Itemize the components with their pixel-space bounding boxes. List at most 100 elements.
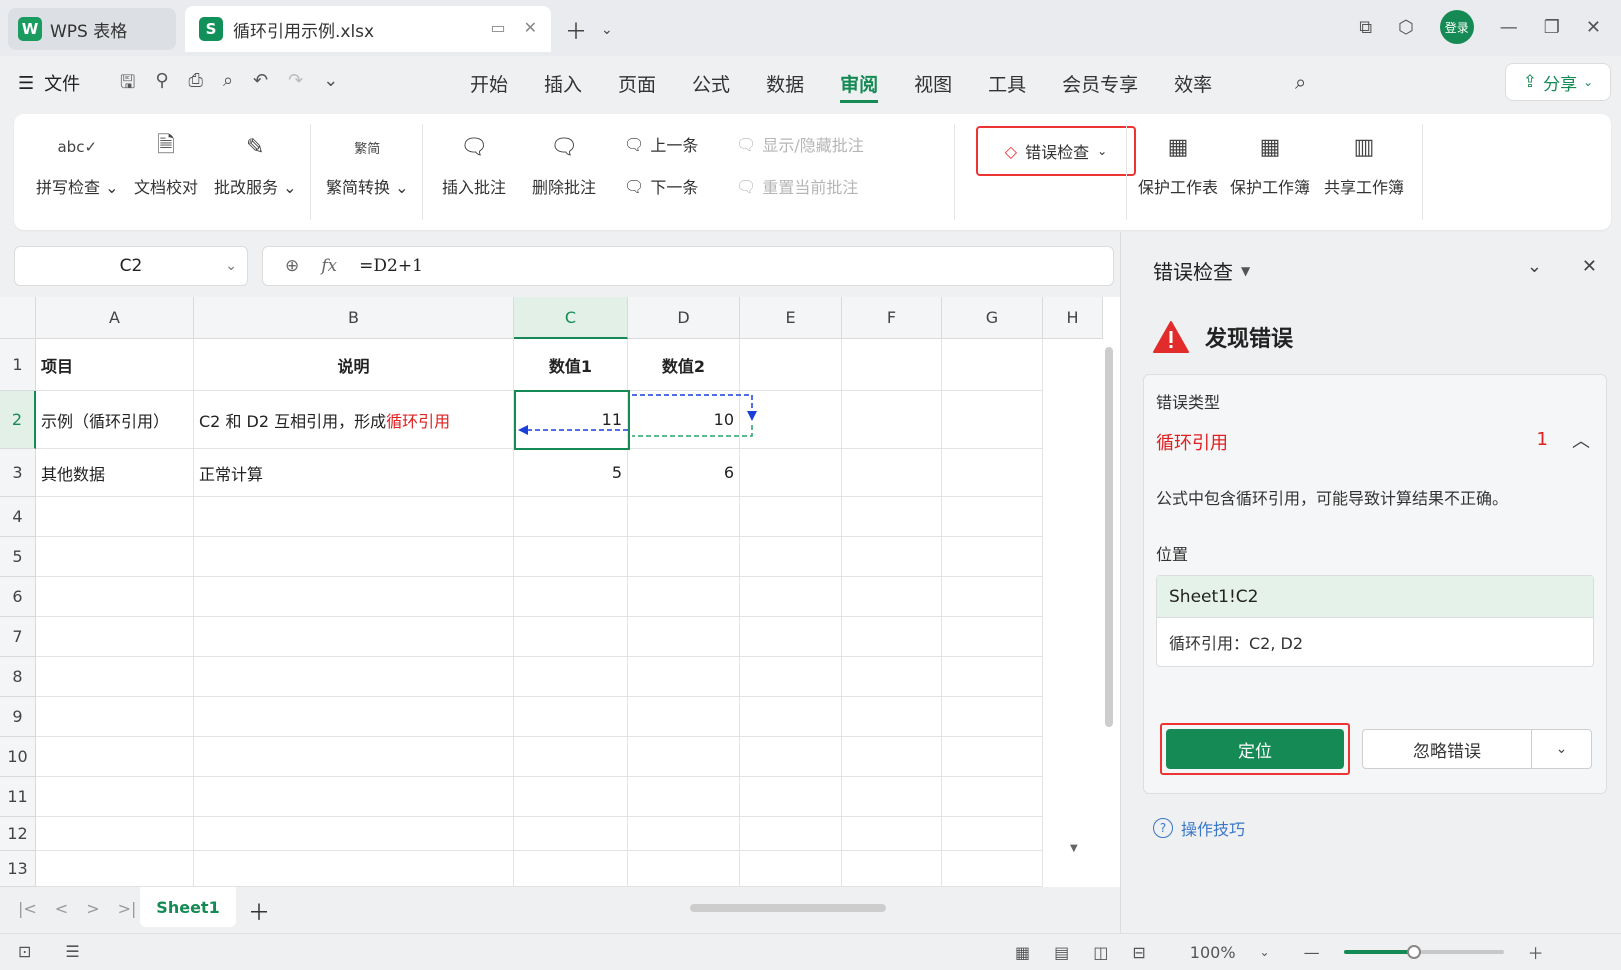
chevron-up-icon[interactable]: ︿ [1572,427,1590,453]
empty-cell[interactable] [842,657,942,697]
empty-cell[interactable] [194,777,514,817]
empty-cell[interactable] [514,497,628,537]
empty-cell[interactable] [628,697,740,737]
fullscreen-view-icon[interactable]: ⊟ [1132,943,1145,962]
empty-cell[interactable] [514,657,628,697]
empty-cell[interactable] [628,737,740,777]
menu-tab-9[interactable]: 效率 [1174,70,1212,103]
formula-content[interactable]: =D2+1 [359,256,423,276]
error-type-value[interactable]: 循环引用 [1156,429,1228,455]
last-sheet-icon[interactable]: >| [118,899,137,918]
row-header-8[interactable]: 8 [0,657,36,697]
empty-cell[interactable] [842,577,942,617]
empty-cell[interactable] [36,657,194,697]
zoom-in-icon[interactable]: ＋ [1528,940,1544,964]
row-header-10[interactable]: 10 [0,737,36,777]
empty-cell[interactable] [740,737,842,777]
empty-cell[interactable] [628,577,740,617]
empty-cell[interactable] [36,817,194,851]
empty-cell[interactable] [942,817,1043,851]
empty-cell[interactable] [194,697,514,737]
empty-cell[interactable] [36,537,194,577]
empty-cell[interactable] [514,777,628,817]
empty-cell[interactable] [740,617,842,657]
empty-cell[interactable] [194,737,514,777]
fx-icon[interactable]: fx [321,256,337,276]
empty-cell[interactable] [514,537,628,577]
empty-cell[interactable] [942,737,1043,777]
panel-title[interactable]: 错误检查 ▼ [1153,256,1250,285]
zoom-in-icon[interactable]: ⊕ [285,256,299,276]
column-header-h[interactable]: H [1043,297,1103,339]
row-header-6[interactable]: 6 [0,577,36,617]
empty-cell[interactable] [942,537,1043,577]
cell-b3[interactable]: 正常计算 [194,449,514,497]
empty-cell[interactable] [942,339,1043,391]
column-header-c[interactable]: C [514,297,628,339]
menu-tab-0[interactable]: 开始 [470,70,508,103]
insert-comment-button[interactable]: 🗨 插入批注 [442,130,506,198]
formula-bar[interactable]: ⊕ fx =D2+1 [262,246,1114,286]
empty-cell[interactable] [842,617,942,657]
empty-cell[interactable] [942,497,1043,537]
empty-cell[interactable] [842,449,942,497]
empty-cell[interactable] [740,537,842,577]
file-menu[interactable]: ☰ 文件 [18,70,80,96]
chevron-down-icon[interactable]: ⌄ [601,22,613,38]
error-check-button[interactable]: ◇ 错误检查 ⌄ [976,126,1136,176]
empty-cell[interactable] [514,817,628,851]
empty-cell[interactable] [942,577,1043,617]
empty-cell[interactable] [628,617,740,657]
empty-cell[interactable] [514,577,628,617]
empty-cell[interactable] [514,617,628,657]
empty-cell[interactable] [842,497,942,537]
correction-service-button[interactable]: ✎ 批改服务 ⌄ [214,130,297,198]
show-hide-comment-button[interactable]: 🗨 显示/隐藏批注 [736,132,864,156]
menu-tab-1[interactable]: 插入 [544,70,582,103]
save-icon[interactable]: 🖫 [120,70,135,100]
row-header-12[interactable]: 12 [0,817,36,851]
empty-cell[interactable] [194,537,514,577]
row-header-1[interactable]: 1 [0,339,36,391]
close-panel-icon[interactable]: ✕ [1582,256,1597,277]
page-break-view-icon[interactable]: ▤ [1054,943,1069,962]
multi-window-icon[interactable]: ⧉ [1359,17,1372,38]
empty-cell[interactable] [942,777,1043,817]
menu-tab-2[interactable]: 页面 [618,70,656,103]
menu-tab-3[interactable]: 公式 [692,70,730,103]
row-header-3[interactable]: 3 [0,449,36,497]
empty-cell[interactable] [740,391,842,449]
collapse-panel-icon[interactable]: ⌄ [1527,256,1542,277]
cell-b2[interactable]: C2 和 D2 互相引用，形成 循环引用 [194,391,514,449]
file-tab[interactable]: S 循环引用示例.xlsx ▭ ✕ [185,6,551,52]
cell-a1[interactable]: 项目 [36,339,194,391]
tips-link[interactable]: ? 操作技巧 [1153,816,1245,840]
empty-cell[interactable] [194,851,514,887]
cube-icon[interactable]: ⬡ [1398,17,1414,38]
empty-cell[interactable] [740,497,842,537]
empty-cell[interactable] [842,537,942,577]
empty-cell[interactable] [628,851,740,887]
doc-proof-button[interactable]: 🗎 文档校对 [134,130,198,198]
next-comment-button[interactable]: 🗨 下一条 [624,174,698,198]
print-icon[interactable]: ⎙ [189,70,203,100]
empty-cell[interactable] [36,497,194,537]
location-value[interactable]: Sheet1!C2 [1157,576,1593,618]
more-tools-icon[interactable]: ⌄ [323,70,338,100]
first-sheet-icon[interactable]: |< [18,899,37,918]
menu-tab-7[interactable]: 工具 [988,70,1026,103]
empty-cell[interactable] [740,777,842,817]
cell-c3[interactable]: 5 [514,449,628,497]
zoom-level[interactable]: 100% [1170,943,1236,962]
zoom-slider[interactable] [1343,945,1504,959]
empty-cell[interactable] [842,391,942,449]
zoom-slider-knob[interactable] [1406,945,1421,959]
new-tab-icon[interactable]: ＋ [565,14,587,46]
sheet-view-icon[interactable]: ⊡ [18,942,31,961]
redo-icon[interactable]: ↷ [288,70,303,100]
empty-cell[interactable] [740,577,842,617]
empty-cell[interactable] [942,657,1043,697]
menu-tab-8[interactable]: 会员专享 [1062,70,1138,103]
location-box[interactable]: Sheet1!C2 循环引用：C2, D2 [1156,575,1594,667]
empty-cell[interactable] [942,617,1043,657]
